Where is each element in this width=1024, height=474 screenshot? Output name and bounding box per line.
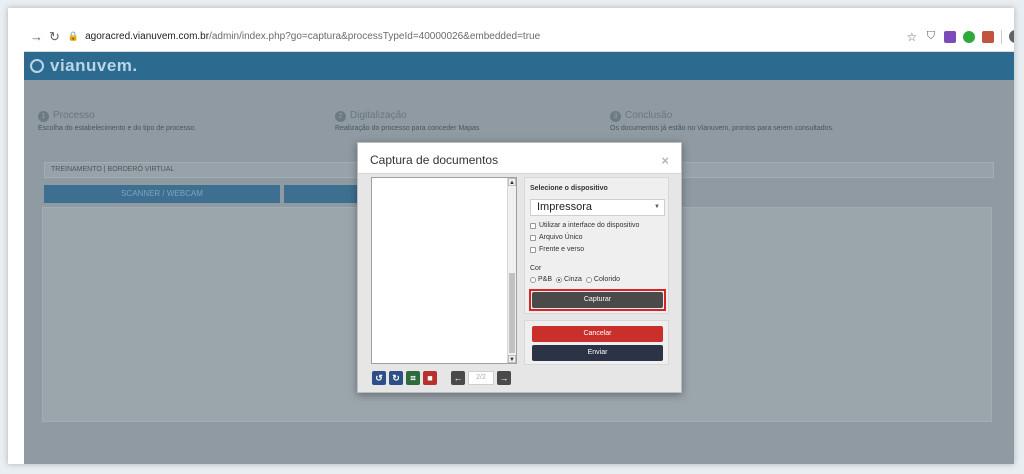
option-label: Arquivo Único (539, 234, 583, 241)
app-logo: vianuvem. (50, 56, 138, 75)
rotate-left-icon[interactable]: ↺ (372, 371, 386, 385)
radio-selected-icon[interactable] (556, 276, 563, 283)
step-description: Os documentos já estão no Vianuvem, pron… (610, 125, 834, 132)
lock-icon: 🔒 (67, 31, 80, 41)
extension-green-icon[interactable] (962, 30, 975, 43)
step-3: 3 Conclusão Os documentos já estão no Via… (610, 110, 834, 132)
radio-pb[interactable]: P&B (530, 276, 552, 283)
reload-icon[interactable]: ↻ (49, 28, 60, 46)
app-header: vianuvem. (24, 52, 1014, 80)
cancel-button[interactable]: Cancelar (532, 326, 663, 342)
toolbar-divider (1000, 29, 1002, 44)
step-description: Escolha do estabelecimento e do tipo de … (38, 125, 197, 132)
forward-icon[interactable]: → (30, 28, 43, 46)
option-single-file[interactable]: Arquivo Único (530, 234, 583, 241)
step-1: 1 Processo Escolha do estabelecimento e d… (38, 110, 196, 132)
url-domain: agoracred.vianuvem.com.br (85, 31, 210, 42)
checkbox-icon[interactable] (530, 234, 536, 241)
option-device-interface[interactable]: Utilizar a interface do dispositivo (530, 222, 639, 229)
step-title: Conclusão (625, 110, 673, 121)
rotate-right-icon[interactable]: ↻ (389, 371, 403, 385)
browser-toolbar: → ↻ 🔒 agoracred.vianuvem.com.br /admin/i… (24, 22, 1014, 52)
preview-toolbar: ↺ ↻ ⌗ ■ ← 2/2 → (372, 370, 511, 386)
scanner-webcam-tab[interactable]: SCANNER / WEBCAM (44, 185, 280, 203)
step-title: Processo (53, 110, 95, 121)
extension-red-icon[interactable] (981, 30, 994, 43)
radio-icon[interactable] (530, 276, 536, 283)
step-number: 2 (335, 111, 346, 122)
step-number: 1 (38, 111, 49, 122)
screenshot-frame: → ↻ 🔒 agoracred.vianuvem.com.br /admin/i… (8, 8, 1014, 464)
radio-cinza[interactable]: Cinza (556, 276, 582, 283)
bookmark-star-icon[interactable]: ☆ (906, 30, 918, 44)
option-label: Utilizar a interface do dispositivo (539, 222, 640, 229)
step-number: 3 (610, 111, 621, 122)
radio-icon[interactable] (585, 276, 592, 283)
url-path: /admin/index.php?go=captura&processTypeI… (209, 31, 541, 42)
document-preview: ▲ ▼ (371, 177, 517, 364)
extension-icons: ☆ ⛉ (906, 29, 1014, 44)
step-2: 2 Digitalização Realização do processo pa… (335, 110, 479, 132)
radio-label: Cinza (564, 276, 582, 283)
option-duplex[interactable]: Frente e verso (530, 246, 584, 253)
radio-label: Colorido (593, 276, 620, 283)
address-bar[interactable]: 🔒 agoracred.vianuvem.com.br /admin/index… (68, 26, 898, 48)
preview-scrollbar[interactable]: ▲ ▼ (507, 178, 516, 363)
color-label: Cor (530, 265, 542, 272)
wizard-steps: 1 Processo Escolha do estabelecimento e d… (30, 110, 1000, 144)
scroll-up-icon[interactable]: ▲ (508, 178, 516, 186)
action-panel: Cancelar Enviar (524, 320, 669, 365)
color-options: P&B Cinza Colorido (530, 276, 620, 283)
crop-icon[interactable]: ⌗ (406, 371, 420, 385)
profile-avatar-icon[interactable] (1008, 30, 1014, 43)
checkbox-icon[interactable] (530, 246, 536, 253)
checkbox-icon[interactable] (530, 222, 536, 229)
option-label: Frente e verso (539, 246, 585, 253)
chevron-down-icon: ▼ (654, 204, 660, 210)
radio-label: P&B (538, 276, 553, 283)
step-title: Digitalização (350, 110, 407, 121)
device-select-value: Impressora (537, 201, 593, 213)
shield-icon[interactable]: ⛉ (925, 30, 937, 43)
previous-page-icon[interactable]: ← (451, 371, 465, 385)
dialog-body: ▲ ▼ ↺ ↻ ⌗ ■ ← 2/2 → Selecione o disposit… (358, 173, 681, 392)
extension-purple-icon[interactable] (943, 30, 956, 43)
trash-icon[interactable]: ■ (423, 371, 437, 385)
scroll-down-icon[interactable]: ▼ (508, 355, 516, 363)
page-indicator: 2/2 (468, 371, 494, 385)
browser-window: → ↻ 🔒 agoracred.vianuvem.com.br /admin/i… (24, 22, 1014, 464)
capture-dialog: Captura de documentos × ▲ ▼ ↺ ↻ ⌗ ■ ← 2/… (357, 142, 682, 393)
device-panel: Selecione o dispositivo Impressora ▼ Uti… (524, 177, 669, 314)
capture-highlight: Capturar (529, 289, 666, 311)
send-button[interactable]: Enviar (532, 345, 663, 361)
radio-colorido[interactable]: Colorido (585, 276, 620, 283)
logo-mark-icon (30, 59, 44, 73)
device-heading: Selecione o dispositivo (530, 185, 608, 192)
dialog-title: Captura de documentos (370, 153, 499, 167)
capture-button[interactable]: Capturar (532, 292, 663, 308)
device-select[interactable]: Impressora ▼ (530, 199, 665, 216)
scroll-thumb[interactable] (509, 273, 515, 353)
close-icon[interactable]: × (661, 153, 669, 168)
step-description: Realização do processo para conceder Map… (335, 125, 480, 132)
next-page-icon[interactable]: → (497, 371, 511, 385)
